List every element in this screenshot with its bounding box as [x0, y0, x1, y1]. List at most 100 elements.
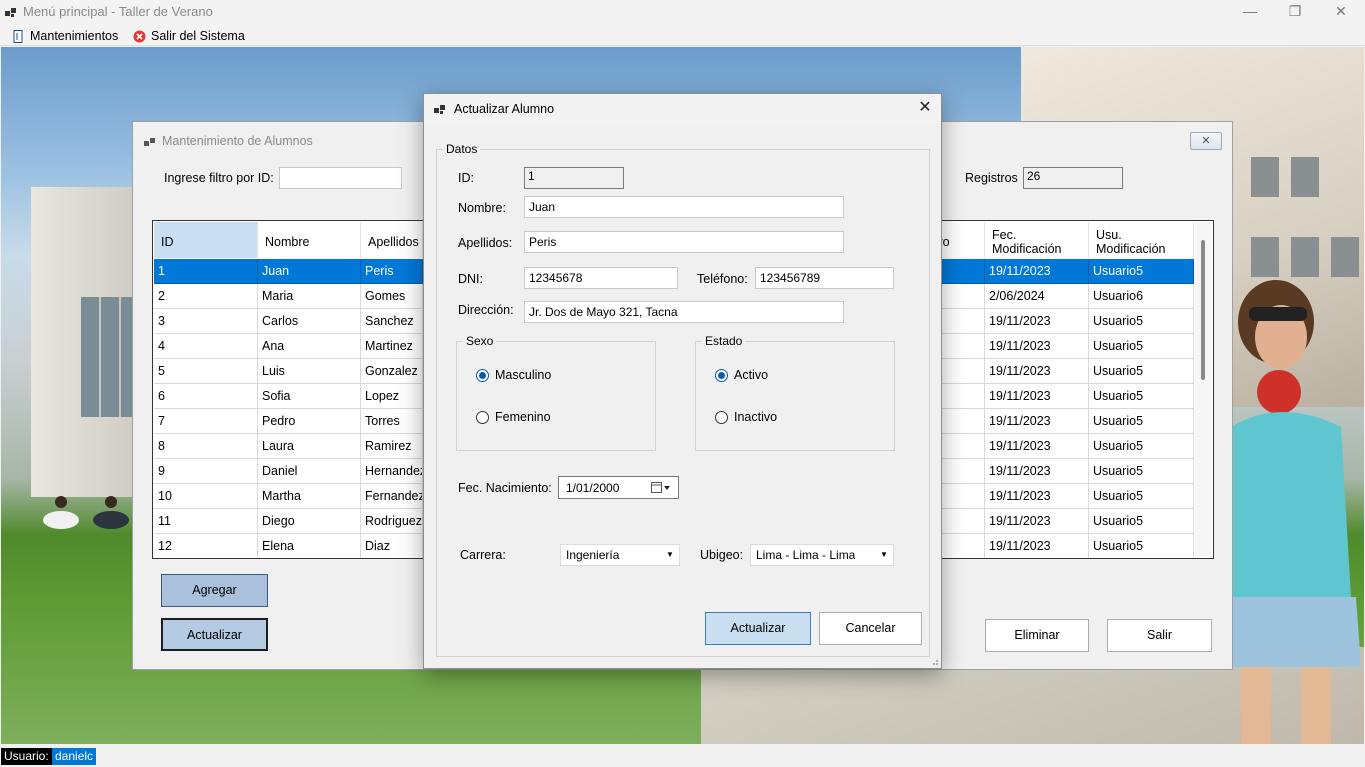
table-cell-fec[interactable]: 19/11/2023: [985, 534, 1089, 558]
table-cell-nombre[interactable]: Maria: [258, 284, 361, 309]
table-cell-nombre[interactable]: Juan: [258, 259, 361, 284]
table-cell-usu[interactable]: Usuario5: [1089, 459, 1194, 484]
dni-input[interactable]: 12345678: [524, 267, 678, 289]
table-cell-nombre[interactable]: Ana: [258, 334, 361, 359]
table-cell-id[interactable]: 7: [154, 409, 258, 434]
table-cell-apellidos[interactable]: Martinez: [361, 334, 423, 359]
table-cell-usu[interactable]: Usuario5: [1089, 259, 1194, 284]
ubigeo-value: Lima - Lima - Lima: [756, 548, 856, 562]
dialog-actualizar-button[interactable]: Actualizar: [705, 612, 811, 645]
nombre-input[interactable]: Juan: [524, 196, 844, 218]
radio-femenino[interactable]: Femenino: [476, 410, 551, 424]
table-cell-fec[interactable]: 19/11/2023: [985, 309, 1089, 334]
radio-activo[interactable]: Activo: [715, 368, 768, 382]
table-cell-apellidos[interactable]: Hernandez: [361, 459, 423, 484]
filter-input[interactable]: [279, 167, 402, 189]
table-cell-fec[interactable]: 19/11/2023: [985, 409, 1089, 434]
salir-button[interactable]: Salir: [1107, 619, 1212, 652]
table-cell-apellidos[interactable]: Gomes: [361, 284, 423, 309]
table-cell-apellidos[interactable]: Rodriguez: [361, 509, 423, 534]
table-cell-apellidos[interactable]: Diaz: [361, 534, 423, 558]
table-cell-nombre[interactable]: Martha: [258, 484, 361, 509]
restore-button[interactable]: ❐: [1272, 0, 1318, 24]
table-cell-apellidos[interactable]: Peris: [361, 259, 423, 284]
col-header-fec-modificacion[interactable]: Fec. Modificación: [985, 222, 1089, 258]
direccion-input[interactable]: Jr. Dos de Mayo 321, Tacna: [524, 301, 844, 323]
table-cell-apellidos[interactable]: Fernandez: [361, 484, 423, 509]
table-cell-nombre[interactable]: Luis: [258, 359, 361, 384]
apellidos-input[interactable]: Peris: [524, 231, 844, 253]
radio-masculino[interactable]: Masculino: [476, 368, 551, 382]
table-cell-id[interactable]: 1: [154, 259, 258, 284]
telefono-input[interactable]: 123456789: [755, 267, 894, 289]
table-cell-nombre[interactable]: Pedro: [258, 409, 361, 434]
table-cell-nombre[interactable]: Daniel: [258, 459, 361, 484]
scrollbar-thumb[interactable]: [1201, 240, 1205, 380]
table-cell-usu[interactable]: Usuario5: [1089, 359, 1194, 384]
grid-scrollbar[interactable]: [1195, 222, 1212, 557]
menu-mantenimientos[interactable]: Mantenimientos: [12, 27, 118, 45]
table-cell-usu[interactable]: Usuario5: [1089, 434, 1194, 459]
col-header-usu-modificacion[interactable]: Usu. Modificación: [1089, 222, 1194, 258]
table-cell-apellidos[interactable]: Lopez: [361, 384, 423, 409]
table-cell-nombre[interactable]: Laura: [258, 434, 361, 459]
table-cell-fec[interactable]: 19/11/2023: [985, 459, 1089, 484]
table-cell-id[interactable]: 3: [154, 309, 258, 334]
col-header-apellidos[interactable]: Apellidos: [361, 222, 423, 258]
table-cell-apellidos[interactable]: Sanchez: [361, 309, 423, 334]
table-cell-usu[interactable]: Usuario5: [1089, 309, 1194, 334]
table-cell-fec[interactable]: 19/11/2023: [985, 384, 1089, 409]
table-cell-usu[interactable]: Usuario5: [1089, 409, 1194, 434]
table-cell-fec[interactable]: 19/11/2023: [985, 359, 1089, 384]
table-cell-nombre[interactable]: Elena: [258, 534, 361, 558]
main-titlebar: Menú principal - Taller de Verano — ❐ ✕: [0, 0, 1365, 24]
table-cell-fec[interactable]: 19/11/2023: [985, 509, 1089, 534]
table-cell-fec[interactable]: 19/11/2023: [985, 484, 1089, 509]
parent-close-button[interactable]: ✕: [1190, 132, 1222, 150]
actualizar-main-button[interactable]: Actualizar: [161, 618, 268, 651]
dialog-cancelar-button[interactable]: Cancelar: [819, 612, 922, 645]
col-header-id[interactable]: ID: [154, 222, 258, 258]
table-cell-fec[interactable]: 19/11/2023: [985, 259, 1089, 284]
table-cell-fec[interactable]: 19/11/2023: [985, 334, 1089, 359]
table-cell-usu[interactable]: Usuario5: [1089, 509, 1194, 534]
dialog-close-button[interactable]: ✕: [913, 97, 937, 121]
col-header-nombre[interactable]: Nombre: [258, 222, 361, 258]
table-cell-id[interactable]: 5: [154, 359, 258, 384]
table-cell-id[interactable]: 10: [154, 484, 258, 509]
table-cell-id[interactable]: 2: [154, 284, 258, 309]
table-cell-id[interactable]: 12: [154, 534, 258, 558]
fec-nacimiento-label: Fec. Nacimiento:: [458, 481, 552, 495]
table-cell-fec[interactable]: 2/06/2024: [985, 284, 1089, 309]
table-cell-nombre[interactable]: Diego: [258, 509, 361, 534]
table-cell-usu[interactable]: Usuario6: [1089, 284, 1194, 309]
agregar-button[interactable]: Agregar: [161, 574, 268, 607]
table-cell-usu[interactable]: Usuario5: [1089, 484, 1194, 509]
chevron-down-icon: ▼: [666, 550, 674, 559]
ubigeo-select[interactable]: Lima - Lima - Lima ▼: [750, 544, 894, 566]
eliminar-button[interactable]: Eliminar: [985, 619, 1089, 652]
fec-nacimiento-picker[interactable]: 1/01/2000: [558, 476, 679, 499]
table-cell-id[interactable]: 9: [154, 459, 258, 484]
resize-grip-icon[interactable]: [929, 656, 939, 666]
table-cell-nombre[interactable]: Sofia: [258, 384, 361, 409]
table-cell-apellidos[interactable]: Ramirez: [361, 434, 423, 459]
radio-inactivo[interactable]: Inactivo: [715, 410, 777, 424]
carrera-select[interactable]: Ingeniería ▼: [560, 544, 680, 566]
table-cell-id[interactable]: 6: [154, 384, 258, 409]
form-icon: [434, 105, 445, 114]
table-cell-id[interactable]: 8: [154, 434, 258, 459]
table-cell-fec[interactable]: 19/11/2023: [985, 434, 1089, 459]
table-cell-usu[interactable]: Usuario5: [1089, 384, 1194, 409]
calendar-dropdown-icon[interactable]: [651, 482, 671, 494]
close-button[interactable]: ✕: [1318, 0, 1364, 24]
minimize-button[interactable]: —: [1227, 0, 1273, 24]
table-cell-usu[interactable]: Usuario5: [1089, 334, 1194, 359]
table-cell-apellidos[interactable]: Torres: [361, 409, 423, 434]
menu-salir[interactable]: Salir del Sistema: [133, 27, 245, 45]
table-cell-id[interactable]: 4: [154, 334, 258, 359]
table-cell-usu[interactable]: Usuario5: [1089, 534, 1194, 558]
table-cell-apellidos[interactable]: Gonzalez: [361, 359, 423, 384]
table-cell-nombre[interactable]: Carlos: [258, 309, 361, 334]
table-cell-id[interactable]: 11: [154, 509, 258, 534]
